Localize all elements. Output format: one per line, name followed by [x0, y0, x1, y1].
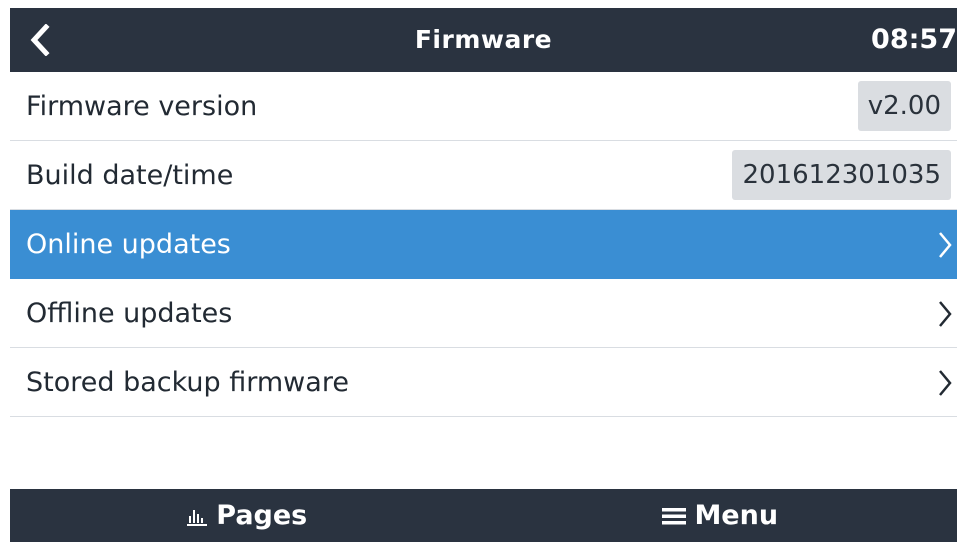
stored-backup-firmware-row[interactable]: Stored backup firmware: [10, 348, 957, 417]
online-updates-label: Online updates: [26, 228, 231, 260]
page-title: Firmware: [414, 25, 553, 54]
menu-button[interactable]: Menu: [484, 489, 957, 542]
firmware-version-label: Firmware version: [26, 90, 258, 122]
bar-chart-icon: [187, 509, 208, 526]
clock: 08:57: [871, 24, 957, 55]
build-date-row: Build date/time 201612301035: [10, 141, 957, 210]
firmware-version-value: v2.00: [857, 81, 951, 131]
menu-label: Menu: [694, 500, 779, 531]
online-updates-row[interactable]: Online updates: [10, 210, 957, 279]
firmware-version-row: Firmware version v2.00: [10, 72, 957, 141]
build-date-value: 201612301035: [732, 150, 951, 200]
chevron-right-icon: [937, 279, 953, 348]
offline-updates-row[interactable]: Offline updates: [10, 279, 957, 348]
pages-button[interactable]: Pages: [10, 489, 484, 542]
settings-list: Firmware version v2.00 Build date/time 2…: [10, 72, 957, 417]
build-date-label: Build date/time: [26, 159, 234, 191]
hamburger-menu-icon: [662, 507, 687, 524]
title-bar: Firmware 08:57: [10, 8, 957, 72]
stored-backup-firmware-label: Stored backup firmware: [26, 366, 349, 398]
chevron-right-icon: [937, 210, 953, 279]
chevron-right-icon: [937, 348, 953, 417]
pages-label: Pages: [216, 500, 308, 531]
bottom-bar: Pages Menu: [10, 489, 957, 542]
firmware-screen: Firmware 08:57 Firmware version v2.00 Bu…: [0, 0, 957, 542]
offline-updates-label: Offline updates: [26, 297, 233, 329]
